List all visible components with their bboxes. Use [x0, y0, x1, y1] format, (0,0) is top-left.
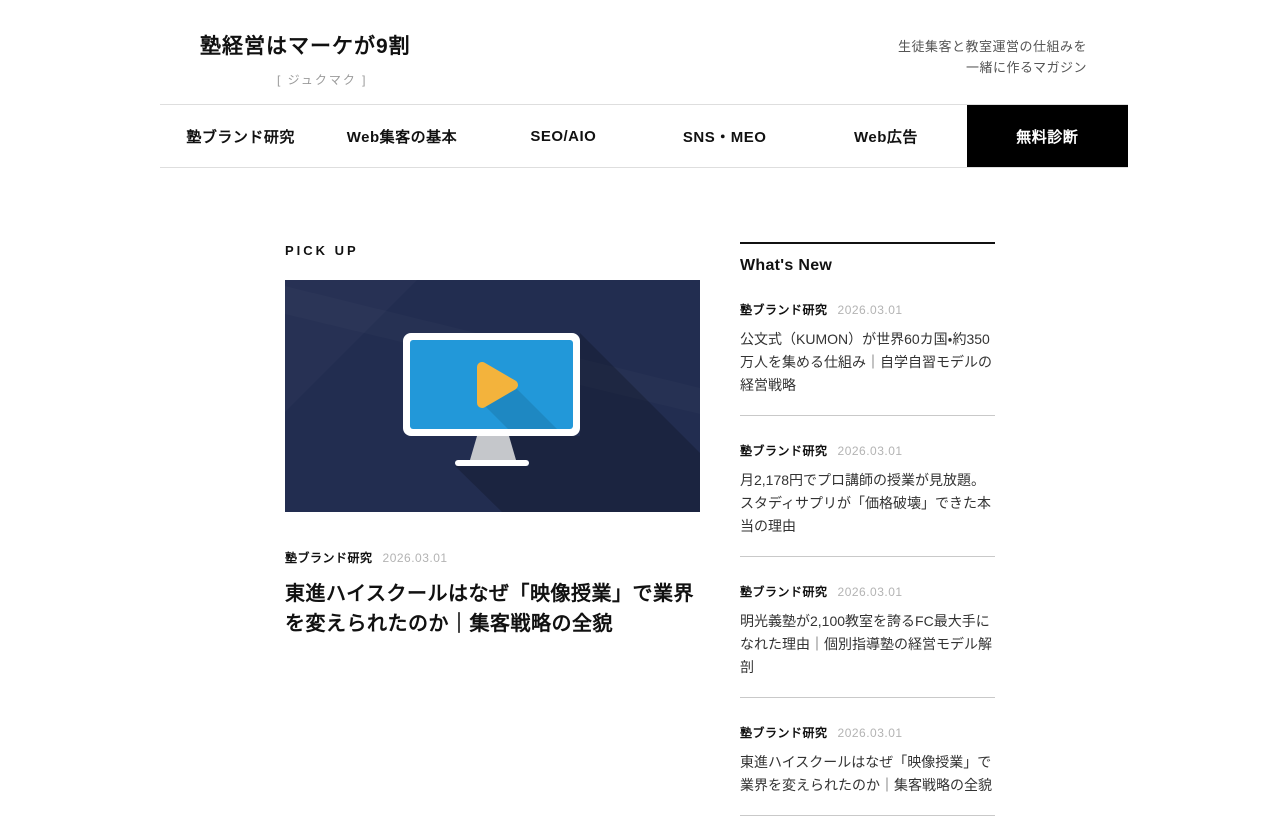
nav-item-web-basics[interactable]: Web集客の基本	[321, 105, 482, 167]
news-item-title[interactable]: 明光義塾が2,100教室を誇るFC最大手になれた理由｜個別指導塾の経営モデル解剖	[740, 610, 995, 679]
news-item-title[interactable]: 月2,178円でプロ講師の授業が見放題。スタディサプリが「価格破壊」できた本当の…	[740, 469, 995, 538]
news-item-meta: 塾ブランド研究 2026.03.01	[740, 301, 995, 318]
site-tagline-line1: 生徒集客と教室運営の仕組みを	[898, 36, 1087, 57]
nav-item-web-ads[interactable]: Web広告	[805, 105, 966, 167]
category-badge: 塾ブランド研究	[740, 583, 828, 600]
nav-item-sns-meo[interactable]: SNS・MEO	[644, 105, 805, 167]
site-tagline: 生徒集客と教室運営の仕組みを 一緒に作るマガジン	[898, 36, 1087, 78]
site-title[interactable]: 塾経営はマーケが9割	[200, 30, 411, 60]
pickup-section: PICK UP 塾ブ	[285, 242, 700, 639]
news-item-meta: 塾ブランド研究 2026.03.01	[740, 583, 995, 600]
site-header: 塾経営はマーケが9割 [ ジュクマク ] 生徒集客と教室運営の仕組みを 一緒に作…	[160, 0, 1128, 104]
whats-new-heading: What's New	[740, 244, 995, 275]
article-date: 2026.03.01	[838, 585, 903, 599]
whats-new-sidebar: What's New 塾ブランド研究 2026.03.01 公文式（KUMON）…	[740, 242, 995, 816]
site-tagline-line2: 一緒に作るマガジン	[898, 57, 1087, 78]
category-badge: 塾ブランド研究	[740, 442, 828, 459]
monitor-base	[455, 460, 529, 466]
news-item-3[interactable]: 塾ブランド研究 2026.03.01 明光義塾が2,100教室を誇るFC最大手に…	[740, 557, 995, 698]
main-content: PICK UP 塾ブ	[285, 242, 995, 816]
nav-item-brand-research[interactable]: 塾ブランド研究	[160, 105, 321, 167]
main-nav: 塾ブランド研究 Web集客の基本 SEO/AIO SNS・MEO Web広告 無…	[160, 104, 1128, 168]
news-item-title[interactable]: 公文式（KUMON）が世界60カ国・約350万人を集める仕組み｜自学自習モデルの…	[740, 328, 995, 397]
nav-item-seo-aio[interactable]: SEO/AIO	[483, 105, 644, 167]
monitor-stand	[470, 436, 516, 460]
category-badge[interactable]: 塾ブランド研究	[285, 549, 373, 566]
article-date: 2026.03.01	[383, 551, 448, 565]
news-item-meta: 塾ブランド研究 2026.03.01	[740, 442, 995, 459]
article-date: 2026.03.01	[838, 303, 903, 317]
news-item-4[interactable]: 塾ブランド研究 2026.03.01 東進ハイスクールはなぜ「映像授業」で業界を…	[740, 698, 995, 816]
monitor-illustration	[285, 280, 700, 512]
news-item-2[interactable]: 塾ブランド研究 2026.03.01 月2,178円でプロ講師の授業が見放題。ス…	[740, 416, 995, 557]
category-badge: 塾ブランド研究	[740, 301, 828, 318]
category-badge: 塾ブランド研究	[740, 724, 828, 741]
article-date: 2026.03.01	[838, 726, 903, 740]
news-item-title[interactable]: 東進ハイスクールはなぜ「映像授業」で業界を変えられたのか｜集客戦略の全貌	[740, 751, 995, 797]
news-item-meta: 塾ブランド研究 2026.03.01	[740, 724, 995, 741]
site-subtitle: [ ジュクマク ]	[277, 71, 368, 88]
featured-article-thumbnail[interactable]	[285, 280, 700, 512]
nav-cta-free-diagnosis[interactable]: 無料診断	[967, 105, 1128, 167]
news-item-1[interactable]: 塾ブランド研究 2026.03.01 公文式（KUMON）が世界60カ国・約35…	[740, 275, 995, 416]
article-date: 2026.03.01	[838, 444, 903, 458]
pickup-label: PICK UP	[285, 242, 700, 259]
featured-article-title[interactable]: 東進ハイスクールはなぜ「映像授業」で業界を変えられたのか｜集客戦略の全貌	[285, 579, 700, 639]
featured-article-meta: 塾ブランド研究 2026.03.01	[285, 549, 700, 566]
